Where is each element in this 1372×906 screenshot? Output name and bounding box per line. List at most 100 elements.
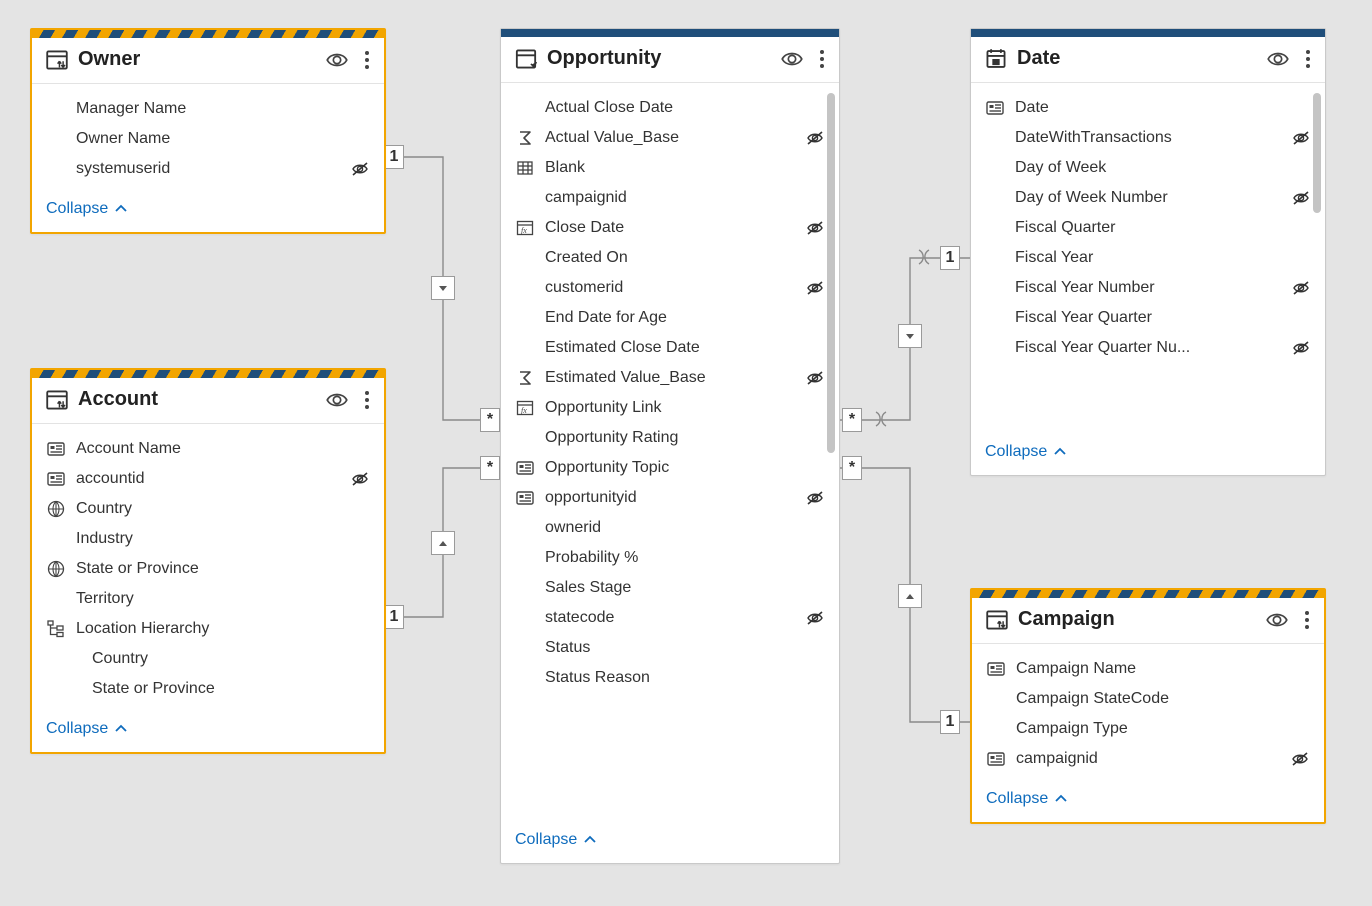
field-row[interactable]: Country [36, 494, 380, 524]
field-row[interactable]: Actual Value_Base [505, 123, 835, 153]
field-row[interactable]: systemuserid [36, 154, 380, 184]
card-topbar [32, 370, 384, 378]
field-row[interactable]: Date [975, 93, 1321, 123]
chevron-up-icon [114, 722, 128, 736]
field-row[interactable]: Opportunity Rating [505, 423, 835, 453]
field-row[interactable]: ownerid [505, 513, 835, 543]
field-list: Account NameaccountidCountryIndustryStat… [32, 424, 384, 710]
relation-direction-account-opportunity[interactable] [431, 531, 455, 555]
field-label: Fiscal Quarter [1015, 219, 1281, 237]
card-header[interactable]: Opportunity [501, 37, 839, 83]
field-row[interactable]: Opportunity Topic [505, 453, 835, 483]
hidden-icon [805, 129, 827, 147]
field-label: Date [1015, 99, 1281, 117]
field-row[interactable]: Campaign Type [976, 714, 1320, 744]
card-topbar [971, 29, 1325, 37]
relation-direction-opportunity-campaign[interactable] [898, 584, 922, 608]
more-menu-icon[interactable] [1305, 48, 1311, 70]
field-row[interactable]: State or Province [36, 674, 380, 704]
table-icon [986, 609, 1008, 631]
field-row[interactable]: campaignid [976, 744, 1320, 774]
visibility-icon[interactable] [326, 49, 348, 71]
field-row[interactable]: Location Hierarchy [36, 614, 380, 644]
scrollbar[interactable] [827, 93, 835, 811]
field-row[interactable]: Country [36, 644, 380, 674]
card-marker: 1 [384, 145, 404, 169]
field-row[interactable]: Industry [36, 524, 380, 554]
field-row[interactable]: Sales Stage [505, 573, 835, 603]
table-card-campaign[interactable]: Campaign Campaign NameCampaign StateCode… [970, 588, 1326, 824]
field-label: accountid [76, 470, 340, 488]
field-row[interactable]: Fiscal Year Quarter Nu... [975, 333, 1321, 363]
field-row[interactable]: State or Province [36, 554, 380, 584]
field-row[interactable]: Blank [505, 153, 835, 183]
field-row[interactable]: DateWithTransactions [975, 123, 1321, 153]
globe-icon [46, 500, 66, 518]
field-row[interactable]: Account Name [36, 434, 380, 464]
field-label: Actual Value_Base [545, 129, 795, 147]
collapse-button[interactable]: Collapse [32, 190, 384, 232]
card-icon [515, 489, 535, 507]
field-label: campaignid [1016, 750, 1280, 768]
card-header[interactable]: Date [971, 37, 1325, 83]
field-row[interactable]: Day of Week Number [975, 183, 1321, 213]
field-row[interactable]: Campaign StateCode [976, 684, 1320, 714]
field-row[interactable]: Owner Name [36, 124, 380, 154]
field-row[interactable]: Status [505, 633, 835, 663]
visibility-icon[interactable] [326, 389, 348, 411]
visibility-icon[interactable] [1266, 609, 1288, 631]
field-row[interactable]: Created On [505, 243, 835, 273]
field-row[interactable]: Status Reason [505, 663, 835, 693]
collapse-button[interactable]: Collapse [501, 821, 839, 863]
table-icon [46, 389, 68, 411]
collapse-label: Collapse [515, 831, 577, 849]
field-row[interactable]: Estimated Value_Base [505, 363, 835, 393]
field-row[interactable]: Probability % [505, 543, 835, 573]
chevron-up-icon [1054, 792, 1068, 806]
field-row[interactable]: accountid [36, 464, 380, 494]
field-row[interactable]: campaignid [505, 183, 835, 213]
more-menu-icon[interactable] [819, 48, 825, 70]
field-label: Manager Name [76, 100, 340, 118]
scrollbar[interactable] [1313, 93, 1321, 423]
field-label: Status [545, 639, 795, 657]
field-row[interactable]: Fiscal Year [975, 243, 1321, 273]
field-row[interactable]: Close Date [505, 213, 835, 243]
field-row[interactable]: opportunityid [505, 483, 835, 513]
field-label: Opportunity Rating [545, 429, 795, 447]
field-row[interactable]: Manager Name [36, 94, 380, 124]
collapse-button[interactable]: Collapse [972, 780, 1324, 822]
card-header[interactable]: Owner [32, 38, 384, 84]
more-menu-icon[interactable] [1304, 609, 1310, 631]
table-card-owner[interactable]: Owner Manager Name Owner Namesystemuserid… [30, 28, 386, 234]
more-menu-icon[interactable] [364, 49, 370, 71]
relation-direction-opportunity-date[interactable] [898, 324, 922, 348]
relation-direction-owner-opportunity[interactable] [431, 276, 455, 300]
card-header[interactable]: Account [32, 378, 384, 424]
visibility-icon[interactable] [781, 48, 803, 70]
field-label: Opportunity Topic [545, 459, 795, 477]
table-card-date[interactable]: Date DateDateWithTransactionsDay of Week… [970, 28, 1326, 476]
field-row[interactable]: Actual Close Date [505, 93, 835, 123]
collapse-button[interactable]: Collapse [971, 433, 1325, 475]
field-label: Estimated Close Date [545, 339, 795, 357]
field-row[interactable]: Fiscal Year Quarter [975, 303, 1321, 333]
table-card-account[interactable]: Account Account NameaccountidCountryIndu… [30, 368, 386, 754]
field-list: Date DateWithTransactionsDay of WeekDay o… [971, 83, 1325, 369]
field-row[interactable]: Day of Week [975, 153, 1321, 183]
field-row[interactable]: Campaign Name [976, 654, 1320, 684]
visibility-icon[interactable] [1267, 48, 1289, 70]
field-label: Opportunity Link [545, 399, 795, 417]
field-row[interactable]: customerid [505, 273, 835, 303]
field-row[interactable]: End Date for Age [505, 303, 835, 333]
field-row[interactable]: Fiscal Year Number [975, 273, 1321, 303]
table-card-opportunity[interactable]: Opportunity Actual Close Date Actual Valu… [500, 28, 840, 864]
field-row[interactable]: statecode [505, 603, 835, 633]
card-header[interactable]: Campaign [972, 598, 1324, 644]
field-row[interactable]: Estimated Close Date [505, 333, 835, 363]
field-row[interactable]: Fiscal Quarter [975, 213, 1321, 243]
field-row[interactable]: Opportunity Link [505, 393, 835, 423]
collapse-button[interactable]: Collapse [32, 710, 384, 752]
field-row[interactable]: Territory [36, 584, 380, 614]
more-menu-icon[interactable] [364, 389, 370, 411]
